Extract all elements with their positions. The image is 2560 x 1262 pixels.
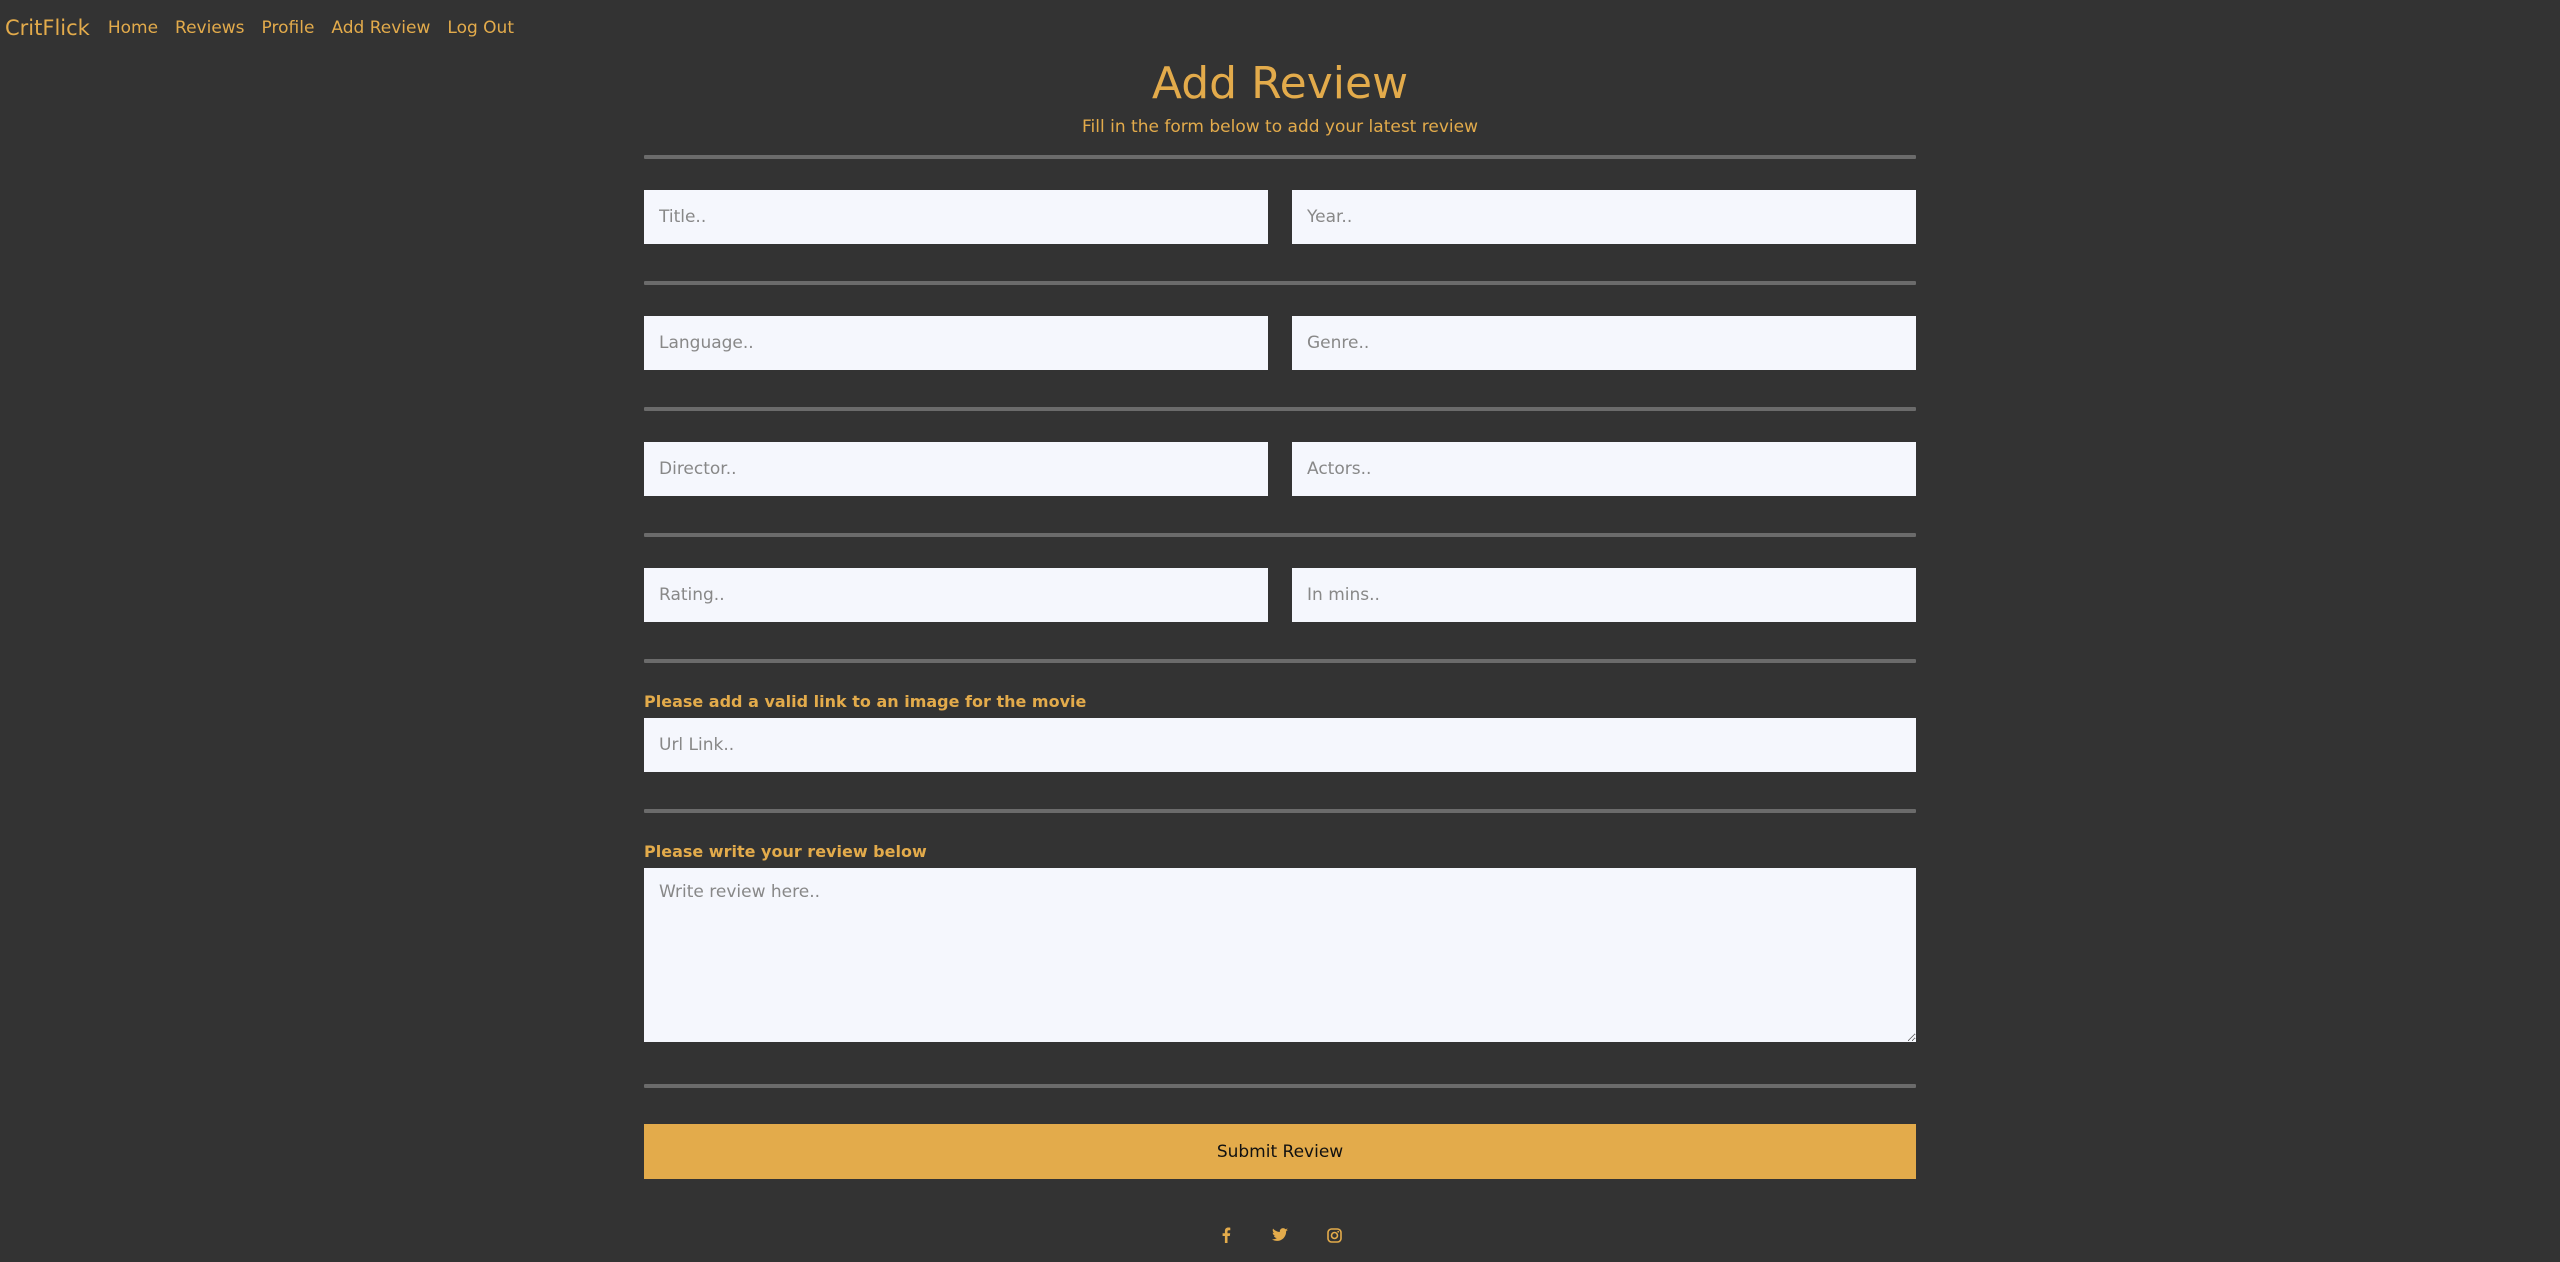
image-link-label: Please add a valid link to an image for …: [644, 692, 1087, 711]
runtime-input[interactable]: [1292, 568, 1916, 622]
nav-link-log-out[interactable]: Log Out: [447, 18, 514, 38]
actors-input[interactable]: [1292, 442, 1916, 496]
navbar: CritFlick Home Reviews Profile Add Revie…: [0, 0, 531, 56]
url-link-input[interactable]: [644, 718, 1916, 772]
twitter-icon[interactable]: [1269, 1224, 1291, 1246]
nav-link-home[interactable]: Home: [108, 18, 158, 38]
nav-link-profile[interactable]: Profile: [262, 18, 315, 38]
title-input[interactable]: [644, 190, 1268, 244]
divider: [644, 809, 1916, 813]
language-input[interactable]: [644, 316, 1268, 370]
facebook-icon[interactable]: [1215, 1224, 1237, 1246]
nav-link-reviews[interactable]: Reviews: [175, 18, 245, 38]
divider: [644, 155, 1916, 159]
year-input[interactable]: [1292, 190, 1916, 244]
divider: [644, 281, 1916, 285]
instagram-icon[interactable]: [1323, 1224, 1345, 1246]
review-textarea[interactable]: [644, 868, 1916, 1042]
social-links: [0, 1224, 2560, 1246]
divider: [644, 533, 1916, 537]
nav-link-add-review[interactable]: Add Review: [331, 18, 430, 38]
page-subtitle: Fill in the form below to add your lates…: [1082, 117, 1478, 137]
brand-logo[interactable]: CritFlick: [5, 16, 90, 40]
rating-input[interactable]: [644, 568, 1268, 622]
genre-input[interactable]: [1292, 316, 1916, 370]
director-input[interactable]: [644, 442, 1268, 496]
submit-review-button[interactable]: Submit Review: [644, 1124, 1916, 1179]
divider: [644, 659, 1916, 663]
divider: [644, 407, 1916, 411]
divider: [644, 1084, 1916, 1088]
page-title: Add Review: [1151, 58, 1409, 109]
review-label: Please write your review below: [644, 842, 927, 861]
